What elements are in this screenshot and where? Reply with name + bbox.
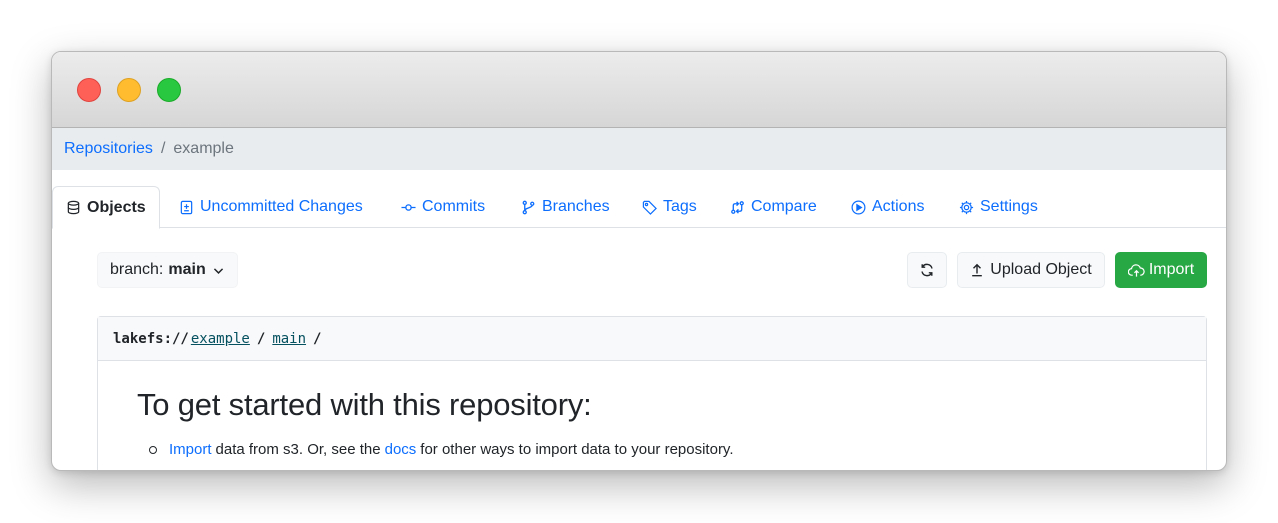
tab-actions-label: Actions	[872, 198, 925, 215]
path-protocol: lakefs://	[113, 330, 189, 347]
chevron-down-icon	[213, 267, 223, 274]
tab-tags-label: Tags	[663, 198, 697, 215]
tab-objects[interactable]: Objects	[52, 186, 160, 229]
repo-tabs: Objects Uncommitted Changes Commits Bran…	[52, 186, 1226, 229]
breadcrumb-separator: /	[160, 140, 166, 157]
branch-selector[interactable]: branch: main	[97, 252, 238, 288]
git-compare-icon	[731, 200, 744, 214]
git-branch-icon	[522, 200, 535, 214]
tab-actions[interactable]: Actions	[851, 186, 924, 228]
file-diff-icon	[180, 200, 193, 214]
upload-object-label: Upload Object	[990, 261, 1092, 278]
tab-commits-label: Commits	[422, 198, 486, 215]
tab-commits[interactable]: Commits	[401, 186, 485, 228]
tab-uncommitted-changes-label: Uncommitted Changes	[200, 198, 363, 215]
minimize-window-button[interactable]	[117, 78, 141, 102]
breadcrumb-repositories-link[interactable]: Repositories	[64, 140, 153, 158]
docs-link[interactable]: docs	[385, 441, 417, 458]
import-text: data from s3. Or, see the	[215, 441, 381, 458]
import-label: Import	[1148, 261, 1195, 278]
title-bar	[52, 52, 1226, 128]
cloud-upload-icon	[1127, 263, 1145, 277]
path-repo-link[interactable]: example	[191, 331, 250, 347]
path-separator-trailing: /	[313, 330, 322, 347]
maximize-window-button[interactable]	[157, 78, 181, 102]
upload-object-button[interactable]: Upload Object	[957, 252, 1105, 288]
docs-text: for other ways to import data to your re…	[420, 441, 734, 458]
tag-icon	[642, 200, 657, 215]
objects-card: lakefs:// example / main / To get starte…	[97, 316, 1207, 470]
git-commit-icon	[401, 203, 416, 211]
tab-compare[interactable]: Compare	[730, 186, 817, 228]
tab-branches-label: Branches	[542, 198, 610, 215]
tab-settings-label: Settings	[980, 198, 1038, 215]
object-path-header: lakefs:// example / main /	[98, 317, 1206, 361]
gear-icon	[959, 200, 974, 214]
refresh-button[interactable]	[907, 252, 947, 288]
breadcrumb-current: example	[173, 140, 234, 157]
tab-branches[interactable]: Branches	[521, 186, 610, 228]
tab-compare-label: Compare	[751, 198, 817, 215]
refresh-icon	[921, 263, 933, 277]
tab-tags[interactable]: Tags	[642, 186, 697, 228]
app-window: Repositories / example Objects Uncommitt…	[51, 51, 1227, 471]
path-separator: /	[256, 330, 266, 347]
import-link[interactable]: Import	[169, 441, 212, 458]
getting-started-section: To get started with this repository: Imp…	[98, 361, 1206, 458]
tab-settings[interactable]: Settings	[959, 186, 1038, 228]
import-button[interactable]: Import	[1115, 252, 1207, 288]
getting-started-heading: To get started with this repository:	[137, 387, 592, 422]
getting-started-list: Import data from s3. Or, see the docs fo…	[149, 441, 1206, 458]
breadcrumb: Repositories / example	[52, 128, 1226, 170]
tab-uncommitted-changes[interactable]: Uncommitted Changes	[179, 186, 363, 228]
circle-bullet-icon	[149, 445, 157, 454]
tab-objects-label: Objects	[87, 198, 146, 216]
path-branch-link[interactable]: main	[272, 331, 306, 347]
branch-prefix: branch:	[110, 261, 164, 278]
list-item: Import data from s3. Or, see the docs fo…	[149, 441, 1206, 458]
database-icon	[67, 200, 80, 215]
close-window-button[interactable]	[77, 78, 101, 102]
upload-icon	[972, 263, 983, 277]
branch-name: main	[168, 261, 206, 278]
play-icon	[851, 200, 866, 214]
